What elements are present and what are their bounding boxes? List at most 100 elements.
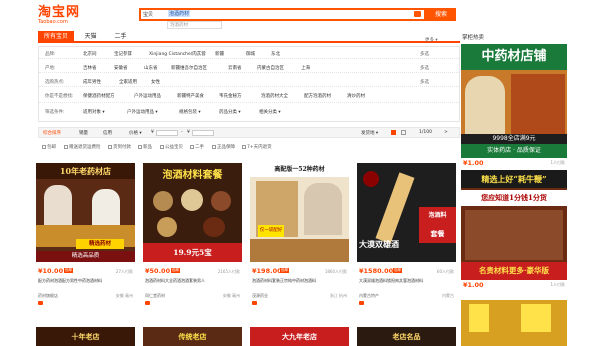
product-image[interactable]: 泡酒材料套餐 19.9元5宝 xyxy=(143,163,242,262)
filter-dropdown[interactable]: 相关分类 ▾ xyxy=(259,109,281,115)
option-free-shipping[interactable]: 包邮 xyxy=(42,144,56,150)
filter-option[interactable]: 内蒙古自治区 xyxy=(257,65,284,71)
sort-credit[interactable]: 信用 xyxy=(103,130,112,136)
shop-name[interactable]: 茂源药业 xyxy=(252,293,268,299)
filter-option[interactable]: 新疆维吾尔自治区 xyxy=(171,65,207,71)
search-type-select[interactable]: 宝贝 xyxy=(143,11,153,18)
option-cod[interactable]: 货到付款 xyxy=(108,144,131,150)
camera-icon[interactable] xyxy=(414,11,421,17)
product-card[interactable]: 高配版一52种药材 仅一袋配好 ¥198.00 包邮 1860人付款 泡酒药材料… xyxy=(250,163,349,313)
filter-option[interactable]: 宝记参茸 xyxy=(114,51,132,57)
filter-option[interactable]: 御城 xyxy=(246,51,255,57)
product-card[interactable]: 十年老店 xyxy=(36,327,135,346)
filter-option[interactable]: 上海 xyxy=(301,65,310,71)
tab-all[interactable]: 所有宝贝 xyxy=(38,31,74,43)
option-new[interactable]: 新品 xyxy=(138,144,152,150)
grid-view-icon[interactable] xyxy=(391,130,396,135)
product-bottom-banner: 套餐 xyxy=(419,225,456,243)
search-box[interactable]: 宝贝 泡酒药材 xyxy=(139,8,426,21)
sort-sales[interactable]: 销量 xyxy=(79,130,88,136)
filter-option[interactable]: 安徽省 xyxy=(114,65,128,71)
sidebar-ad-image[interactable]: 中药材店铺 9998全店满9元 实体药店 · 品质保证 xyxy=(461,44,567,158)
filter-option[interactable]: 女性 xyxy=(151,79,160,85)
ship-from-dropdown[interactable]: 发货地 ▾ xyxy=(361,130,378,136)
product-card[interactable]: 传统老店 xyxy=(143,327,242,346)
search-suggestion[interactable]: 泡酒药材 xyxy=(167,21,222,29)
tab-tmall[interactable]: 天猫 xyxy=(78,31,103,43)
herb-circle xyxy=(181,189,203,211)
sidebar-ad[interactable]: 精选上好“耗牛鞭” 您应知道1分钱1分货 名贵材料更多·豪华版 ¥1.00 1人… xyxy=(461,170,567,296)
sidebar-ad-image[interactable]: 精选上好“耗牛鞭” 您应知道1分钱1分货 名贵材料更多·豪华版 xyxy=(461,170,567,280)
product-card[interactable]: 泡酒料 大漠双雄酒 套餐 ¥1580.00 包邮 60人付款 大漠双雄泡酒料锁阳… xyxy=(357,163,456,313)
product-subbanner: 精选药材 xyxy=(76,239,124,249)
shop-name[interactable]: 内蒙古特产 xyxy=(359,293,379,299)
option-secondhand[interactable]: 二手 xyxy=(190,144,204,150)
option-return-insurance[interactable]: 赠送退货运费险 xyxy=(64,144,101,150)
next-page-button[interactable]: > xyxy=(444,130,448,135)
option-label: 7+天内退货 xyxy=(247,145,272,150)
filter-dropdown[interactable]: 药品分类 ▾ xyxy=(219,109,241,115)
search-button[interactable]: 搜索 xyxy=(426,8,456,21)
product-image[interactable]: 10年老药材店 精选药材 精选高品质 xyxy=(36,163,135,262)
product-image[interactable]: 泡酒料 大漠双雄酒 套餐 xyxy=(357,163,456,262)
suggest-link[interactable]: 保健酒药材配方 xyxy=(83,93,115,99)
filter-option[interactable]: 吉林省 xyxy=(83,65,97,71)
sidebar-ad[interactable] xyxy=(461,300,567,346)
product-subbanner: 19.9元5宝 xyxy=(143,243,242,262)
filter-option[interactable]: 北京同 xyxy=(83,51,97,57)
filter-dropdown[interactable]: 适用对象 ▾ xyxy=(83,109,105,115)
suggest-link[interactable]: 配方泡酒药材 xyxy=(304,93,331,99)
tab-secondhand[interactable]: 二手 xyxy=(108,31,133,43)
shop-seal xyxy=(363,171,379,187)
sort-bar: 综合排序 销量 信用 价格 ▾ ¥ - ¥ 发货地 ▾ 1/100 > xyxy=(38,127,460,138)
sort-default[interactable]: 综合排序 xyxy=(43,130,61,136)
product-card[interactable]: 老店名品 xyxy=(357,327,456,346)
shop-name[interactable]: 药材旗舰店 xyxy=(38,293,58,299)
suggest-link[interactable]: 清炒药材 xyxy=(347,93,365,99)
filter-option[interactable]: 东北 xyxy=(271,51,280,57)
suggest-link[interactable]: 户外运动用品 xyxy=(134,93,161,99)
filter-option[interactable]: 新疆 xyxy=(215,51,224,57)
price-max-input[interactable] xyxy=(192,130,214,136)
multi-select-button[interactable]: 多选 xyxy=(420,65,429,71)
product-banner: 传统老店 xyxy=(178,332,207,341)
product-banner: 大九年老店 xyxy=(282,332,317,341)
list-view-icon[interactable] xyxy=(401,130,406,135)
free-shipping-badge: 包邮 xyxy=(171,268,180,273)
product-card[interactable]: 大九年老店 xyxy=(250,327,349,346)
sidebar-ad-sales: 1人付款 xyxy=(550,160,565,165)
filter-option[interactable]: 山东省 xyxy=(144,65,158,71)
suggest-link[interactable]: 新疆特产美食 xyxy=(177,93,204,99)
sort-price[interactable]: 价格 ▾ xyxy=(129,130,142,136)
filter-dropdown[interactable]: 规格包装 ▾ xyxy=(179,109,201,115)
product-title[interactable]: 大漠双雄泡酒料锁阳肉苁蓉泡酒材料 xyxy=(359,278,454,289)
product-sales: 1860人付款 xyxy=(324,269,347,274)
option-7day-return[interactable]: 7+天内退货 xyxy=(242,144,272,150)
shop-name[interactable]: 同仁堂药材 xyxy=(145,293,165,299)
search-input[interactable]: 泡酒药材 xyxy=(168,10,191,17)
option-authentic[interactable]: 正品保障 xyxy=(212,144,235,150)
product-image[interactable]: 高配版一52种药材 仅一袋配好 xyxy=(250,163,349,262)
product-card[interactable]: 10年老药材店 精选药材 精选高品质 ¥10.00 包邮 27人付款 配方药材泡… xyxy=(36,163,135,313)
filter-option[interactable]: Xinjiang Cistanche/肉苁蓉 xyxy=(149,51,206,57)
filter-dropdown[interactable]: 户外运动用品 ▾ xyxy=(127,109,158,115)
product-card[interactable]: 泡酒材料套餐 19.9元5宝 ¥50.00 包邮 2165人付款 泡酒药材料大全… xyxy=(143,163,242,313)
taobao-logo[interactable]: 淘宝网 xyxy=(38,6,80,19)
herb-circle xyxy=(157,217,177,237)
multi-select-button[interactable]: 多选 xyxy=(420,51,429,57)
product-title[interactable]: 泡酒药材料套装正宗纯中药材泡酒料 xyxy=(252,278,347,289)
filter-option[interactable]: 成年男性 xyxy=(83,79,101,85)
option-charity[interactable]: 公益宝贝 xyxy=(160,144,183,150)
filter-option[interactable]: 云南省 xyxy=(228,65,242,71)
product-title[interactable]: 泡酒药材料大全药酒泡酒套装男人 xyxy=(145,278,240,289)
product-subbanner: 仅一袋配好 xyxy=(258,225,284,237)
suggest-link[interactable]: 泡酒药材大全 xyxy=(261,93,288,99)
more-filters-link[interactable]: 更多 ▾ xyxy=(425,37,438,43)
price-min-input[interactable] xyxy=(156,130,178,136)
suggest-link[interactable]: 韦氏金秘方 xyxy=(219,93,242,99)
multi-select-button[interactable]: 多选 xyxy=(420,79,429,85)
sidebar-ad[interactable]: 中药材店铺 9998全店满9元 实体药店 · 品质保证 ¥1.00 1人付款 xyxy=(461,44,567,170)
product-title[interactable]: 配方药材泡酒配方男性中药泡酒材料 xyxy=(38,278,133,289)
product-price: ¥10.00 xyxy=(38,267,64,275)
filter-option[interactable]: 全家适用 xyxy=(119,79,137,85)
